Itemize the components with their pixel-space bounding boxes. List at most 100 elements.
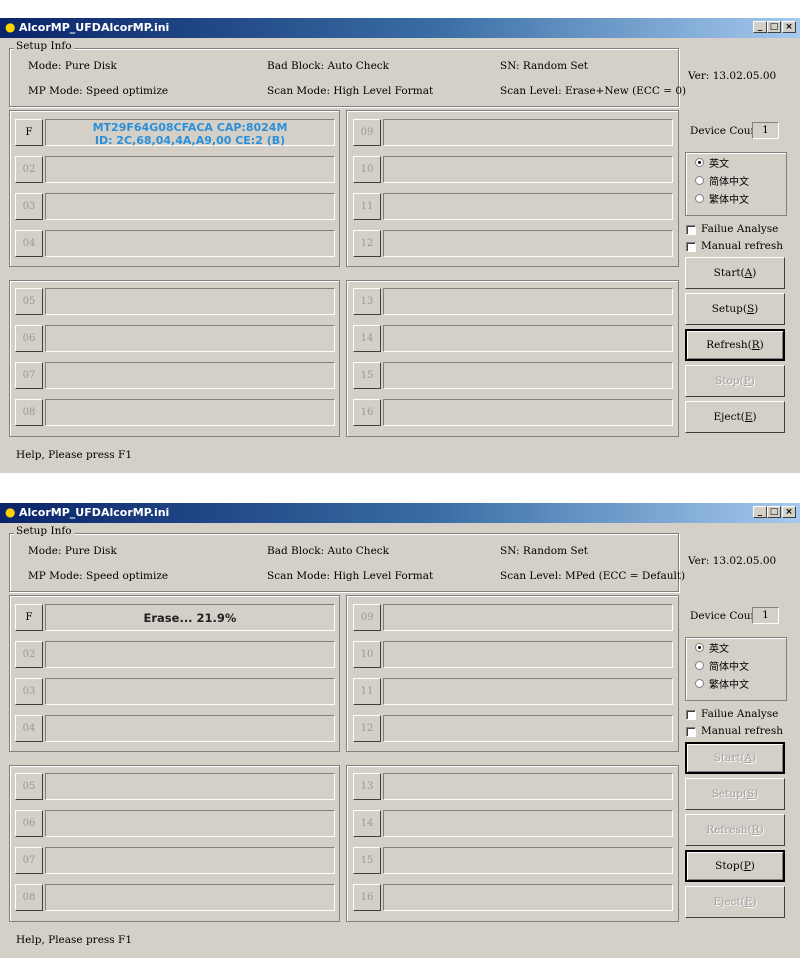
slot-status-10 (383, 156, 673, 183)
device-count-field[interactable]: 1 (752, 607, 779, 624)
minimize-icon[interactable]: _ (753, 506, 767, 518)
minimize-icon[interactable]: _ (753, 21, 767, 33)
slot-button-16[interactable]: 16 (353, 399, 381, 426)
title-bar[interactable]: ● AlcorMP_UFD AlcorMP.ini _ □ × (0, 503, 800, 523)
slot-status-15 (383, 362, 673, 389)
paren: ) (752, 752, 757, 764)
device-count-field[interactable]: 1 (752, 122, 779, 139)
slot-button-2[interactable]: 02 (15, 156, 43, 183)
slot-button-7[interactable]: 07 (15, 847, 43, 874)
slot-status-16 (383, 884, 673, 911)
setup-info-group (9, 48, 679, 107)
stop-label: Stop( (715, 860, 744, 872)
slot-button-1[interactable]: F (15, 119, 43, 146)
language-label: 繁体中文 (709, 195, 749, 206)
refresh-button[interactable]: Refresh(R) (685, 329, 785, 361)
status-bar-text: Help, Please press F1 (16, 449, 132, 461)
slot-status-14 (383, 325, 673, 352)
slot-button-16[interactable]: 16 (353, 884, 381, 911)
slot-button-9[interactable]: 09 (353, 604, 381, 631)
mp-mode-info: MP Mode: Speed optimize (28, 570, 169, 582)
slot-status-12 (383, 230, 673, 257)
flash-chip-info: MT29F64G08CFACA CAP:8024M ID: 2C,68,04,4… (46, 121, 334, 147)
slot-status-1: Erase... 21.9% (45, 604, 335, 631)
language-label: 简体中文 (709, 177, 749, 188)
slot-status-11 (383, 193, 673, 220)
eject-button[interactable]: Eject(E) (685, 401, 785, 433)
slot-button-6[interactable]: 06 (15, 810, 43, 837)
slot-button-1[interactable]: F (15, 604, 43, 631)
eject-button[interactable]: Eject(E) (685, 886, 785, 918)
bad-block-info: Bad Block: Auto Check (267, 60, 390, 72)
ini-file-name: AlcorMP.ini (101, 506, 170, 519)
slot-button-11[interactable]: 11 (353, 193, 381, 220)
slot-status-13 (383, 288, 673, 315)
slot-status-5 (45, 288, 335, 315)
setup-button[interactable]: Setup(S) (685, 778, 785, 810)
stop-button[interactable]: Stop(P) (685, 850, 785, 882)
paren: ) (752, 411, 757, 423)
slot-button-3[interactable]: 03 (15, 678, 43, 705)
refresh-hotkey: R (751, 339, 760, 351)
setup-button[interactable]: Setup(S) (685, 293, 785, 325)
radio-selected-icon (695, 643, 704, 652)
refresh-hotkey: R (751, 824, 760, 836)
language-label: 简体中文 (709, 662, 749, 673)
slot-button-4[interactable]: 04 (15, 230, 43, 257)
checkbox-icon (686, 727, 696, 737)
setup-info-label: Setup Info (14, 40, 74, 52)
slot-button-14[interactable]: 14 (353, 810, 381, 837)
slot-status-9 (383, 119, 673, 146)
alcormp-window-running: ● AlcorMP_UFD AlcorMP.ini _ □ × Setup In… (0, 503, 800, 958)
slot-button-10[interactable]: 10 (353, 641, 381, 668)
slot-status-10 (383, 641, 673, 668)
slot-button-2[interactable]: 02 (15, 641, 43, 668)
radio-icon (695, 661, 704, 670)
refresh-label: Refresh( (706, 339, 752, 351)
title-bar[interactable]: ● AlcorMP_UFD AlcorMP.ini _ □ × (0, 18, 800, 38)
app-icon: ● (5, 505, 16, 519)
window-title: AlcorMP_UFD (19, 506, 101, 519)
slot-status-16 (383, 399, 673, 426)
close-icon[interactable]: × (782, 506, 796, 518)
slot-button-14[interactable]: 14 (353, 325, 381, 352)
slot-button-5[interactable]: 05 (15, 773, 43, 800)
slot-button-4[interactable]: 04 (15, 715, 43, 742)
sn-info: SN: Random Set (500, 60, 589, 72)
slot-status-4 (45, 715, 335, 742)
eject-label: Eject( (713, 411, 745, 423)
close-icon[interactable]: × (782, 21, 796, 33)
slot-button-15[interactable]: 15 (353, 847, 381, 874)
slot-button-10[interactable]: 10 (353, 156, 381, 183)
refresh-button[interactable]: Refresh(R) (685, 814, 785, 846)
alcormp-window-idle: ● AlcorMP_UFD AlcorMP.ini _ □ × Setup In… (0, 18, 800, 473)
start-button[interactable]: Start(A) (685, 257, 785, 289)
scan-level-info: Scan Level: Erase+New (ECC = 0) (500, 85, 687, 97)
maximize-icon[interactable]: □ (767, 506, 781, 518)
slot-button-7[interactable]: 07 (15, 362, 43, 389)
maximize-icon[interactable]: □ (767, 21, 781, 33)
slot-status-13 (383, 773, 673, 800)
slot-button-8[interactable]: 08 (15, 884, 43, 911)
slot-button-13[interactable]: 13 (353, 288, 381, 315)
slot-button-12[interactable]: 12 (353, 230, 381, 257)
slot-button-15[interactable]: 15 (353, 362, 381, 389)
stop-button[interactable]: Stop(P) (685, 365, 785, 397)
radio-icon (695, 194, 704, 203)
slot-status-15 (383, 847, 673, 874)
failure-analyse-label: Failue Analyse (701, 223, 779, 235)
slot-button-8[interactable]: 08 (15, 399, 43, 426)
start-button[interactable]: Start(A) (685, 742, 785, 774)
slot-button-13[interactable]: 13 (353, 773, 381, 800)
slot-button-3[interactable]: 03 (15, 193, 43, 220)
slot-button-12[interactable]: 12 (353, 715, 381, 742)
slot-button-6[interactable]: 06 (15, 325, 43, 352)
mp-mode-info: MP Mode: Speed optimize (28, 85, 169, 97)
slot-button-5[interactable]: 05 (15, 288, 43, 315)
paren: ) (759, 824, 764, 836)
status-bar-text: Help, Please press F1 (16, 934, 132, 946)
manual-refresh-label: Manual refresh (701, 240, 783, 252)
slot-button-9[interactable]: 09 (353, 119, 381, 146)
manual-refresh-label: Manual refresh (701, 725, 783, 737)
slot-button-11[interactable]: 11 (353, 678, 381, 705)
